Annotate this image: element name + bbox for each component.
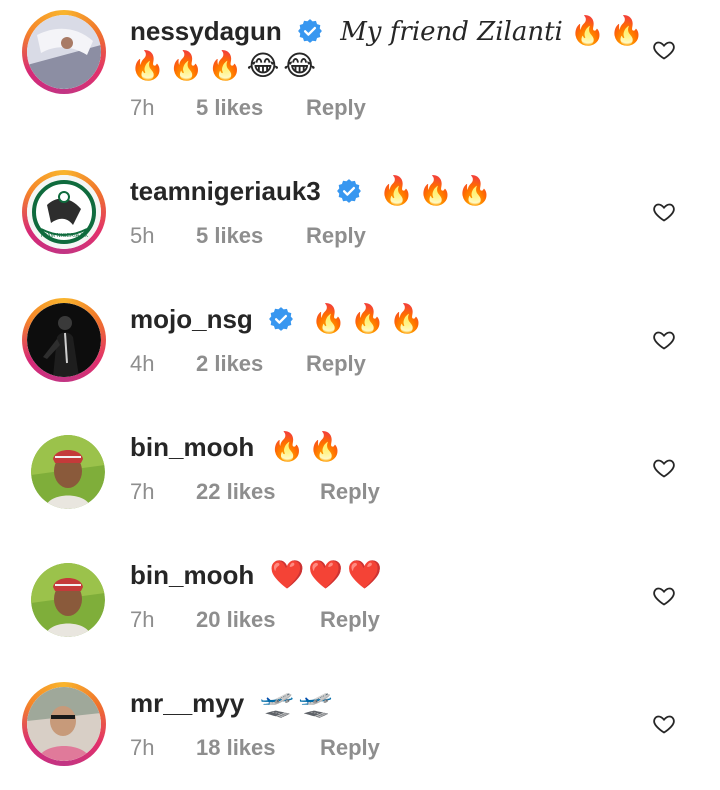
comment-meta: 4h 2 likes Reply bbox=[130, 351, 366, 377]
heart-outline-icon[interactable] bbox=[652, 200, 676, 224]
avatar-image bbox=[27, 15, 101, 89]
reply-button[interactable]: Reply bbox=[320, 735, 380, 761]
comment-likes[interactable]: 5 likes bbox=[196, 223, 306, 249]
heart-outline-icon[interactable] bbox=[652, 328, 676, 352]
heart-outline-icon[interactable] bbox=[652, 712, 676, 736]
avatar bbox=[27, 15, 101, 89]
comment-time: 4h bbox=[130, 351, 155, 376]
comment-item: mojo_nsg 🔥🔥🔥 4h 2 likes Reply bbox=[0, 256, 720, 384]
comment-emoji: 🛫🛫 bbox=[259, 686, 338, 719]
avatar-story-ring[interactable] bbox=[22, 298, 106, 382]
comment-time: 7h bbox=[130, 735, 155, 760]
comment-item: nessydagun My friend Zilanti 🔥🔥 🔥🔥🔥😂😂 7h… bbox=[0, 0, 720, 128]
comment-meta: 7h 18 likes Reply bbox=[130, 735, 380, 761]
comment-likes[interactable]: 22 likes bbox=[196, 479, 320, 505]
comment-emoji: 🔥🔥🔥 bbox=[379, 174, 496, 207]
comment-likes[interactable]: 20 likes bbox=[196, 607, 320, 633]
avatar-image bbox=[27, 687, 101, 761]
reply-button[interactable]: Reply bbox=[306, 95, 366, 121]
avatar-wrapper[interactable] bbox=[22, 558, 106, 642]
comment-emoji: 🔥🔥 bbox=[570, 14, 648, 47]
comment-likes[interactable]: 2 likes bbox=[196, 351, 306, 377]
comment-likes[interactable]: 18 likes bbox=[196, 735, 320, 761]
comment-time: 7h bbox=[130, 607, 155, 632]
reply-button[interactable]: Reply bbox=[320, 479, 380, 505]
heart-outline-icon[interactable] bbox=[652, 584, 676, 608]
reply-button[interactable]: Reply bbox=[306, 223, 366, 249]
comment-item: mr__myy 🛫🛫 7h 18 likes Reply bbox=[0, 640, 720, 790]
comment-item: TEAM NIGERIA UK teamnigeriauk3 🔥🔥🔥 5h 5 l… bbox=[0, 128, 720, 256]
comment-emoji: ❤️❤️❤️ bbox=[269, 558, 387, 591]
comment-meta: 7h 5 likes Reply bbox=[130, 95, 366, 121]
verified-badge-icon bbox=[337, 179, 361, 203]
comment-meta: 7h 20 likes Reply bbox=[130, 607, 380, 633]
comment-emoji: 🔥🔥 bbox=[269, 430, 348, 463]
comment-likes[interactable]: 5 likes bbox=[196, 95, 306, 121]
comment-username[interactable]: mr__myy bbox=[130, 688, 244, 718]
heart-outline-icon[interactable] bbox=[652, 38, 676, 62]
comment-text: My friend Zilanti bbox=[340, 17, 563, 47]
avatar-image: TEAM NIGERIA UK bbox=[27, 175, 101, 249]
avatar-story-ring[interactable]: TEAM NIGERIA UK bbox=[22, 170, 106, 254]
comment-time: 7h bbox=[130, 95, 155, 120]
avatar-wrapper[interactable] bbox=[22, 430, 106, 514]
comment-username[interactable]: bin_mooh bbox=[130, 432, 254, 462]
avatar-image bbox=[31, 435, 105, 509]
comment-time: 5h bbox=[130, 223, 155, 248]
comment-username[interactable]: nessydagun bbox=[130, 16, 282, 46]
comment-emoji: 🔥🔥🔥 bbox=[311, 302, 428, 335]
avatar bbox=[27, 687, 101, 761]
avatar bbox=[31, 563, 105, 637]
verified-badge-icon bbox=[298, 19, 322, 43]
avatar bbox=[31, 435, 105, 509]
avatar bbox=[27, 303, 101, 377]
heart-outline-icon[interactable] bbox=[652, 456, 676, 480]
avatar-image bbox=[31, 563, 105, 637]
reply-button[interactable]: Reply bbox=[306, 351, 366, 377]
avatar-story-ring[interactable] bbox=[22, 10, 106, 94]
avatar-logo-text: TEAM NIGERIA UK bbox=[40, 233, 89, 239]
comment-meta: 7h 22 likes Reply bbox=[130, 479, 380, 505]
avatar-image bbox=[27, 303, 101, 377]
comment-emoji-continued: 🔥🔥🔥😂😂 bbox=[130, 49, 321, 82]
avatar: TEAM NIGERIA UK bbox=[27, 175, 101, 249]
comment-username[interactable]: mojo_nsg bbox=[130, 304, 253, 334]
avatar-story-ring[interactable] bbox=[22, 682, 106, 766]
comment-meta: 5h 5 likes Reply bbox=[130, 223, 366, 249]
comment-username[interactable]: bin_mooh bbox=[130, 560, 254, 590]
verified-badge-icon bbox=[269, 307, 293, 331]
reply-button[interactable]: Reply bbox=[320, 607, 380, 633]
comment-username[interactable]: teamnigeriauk3 bbox=[130, 176, 321, 206]
comment-time: 7h bbox=[130, 479, 155, 504]
comment-item: bin_mooh ❤️❤️❤️ 7h 20 likes Reply bbox=[0, 512, 720, 640]
comment-item: bin_mooh 🔥🔥 7h 22 likes Reply bbox=[0, 384, 720, 512]
